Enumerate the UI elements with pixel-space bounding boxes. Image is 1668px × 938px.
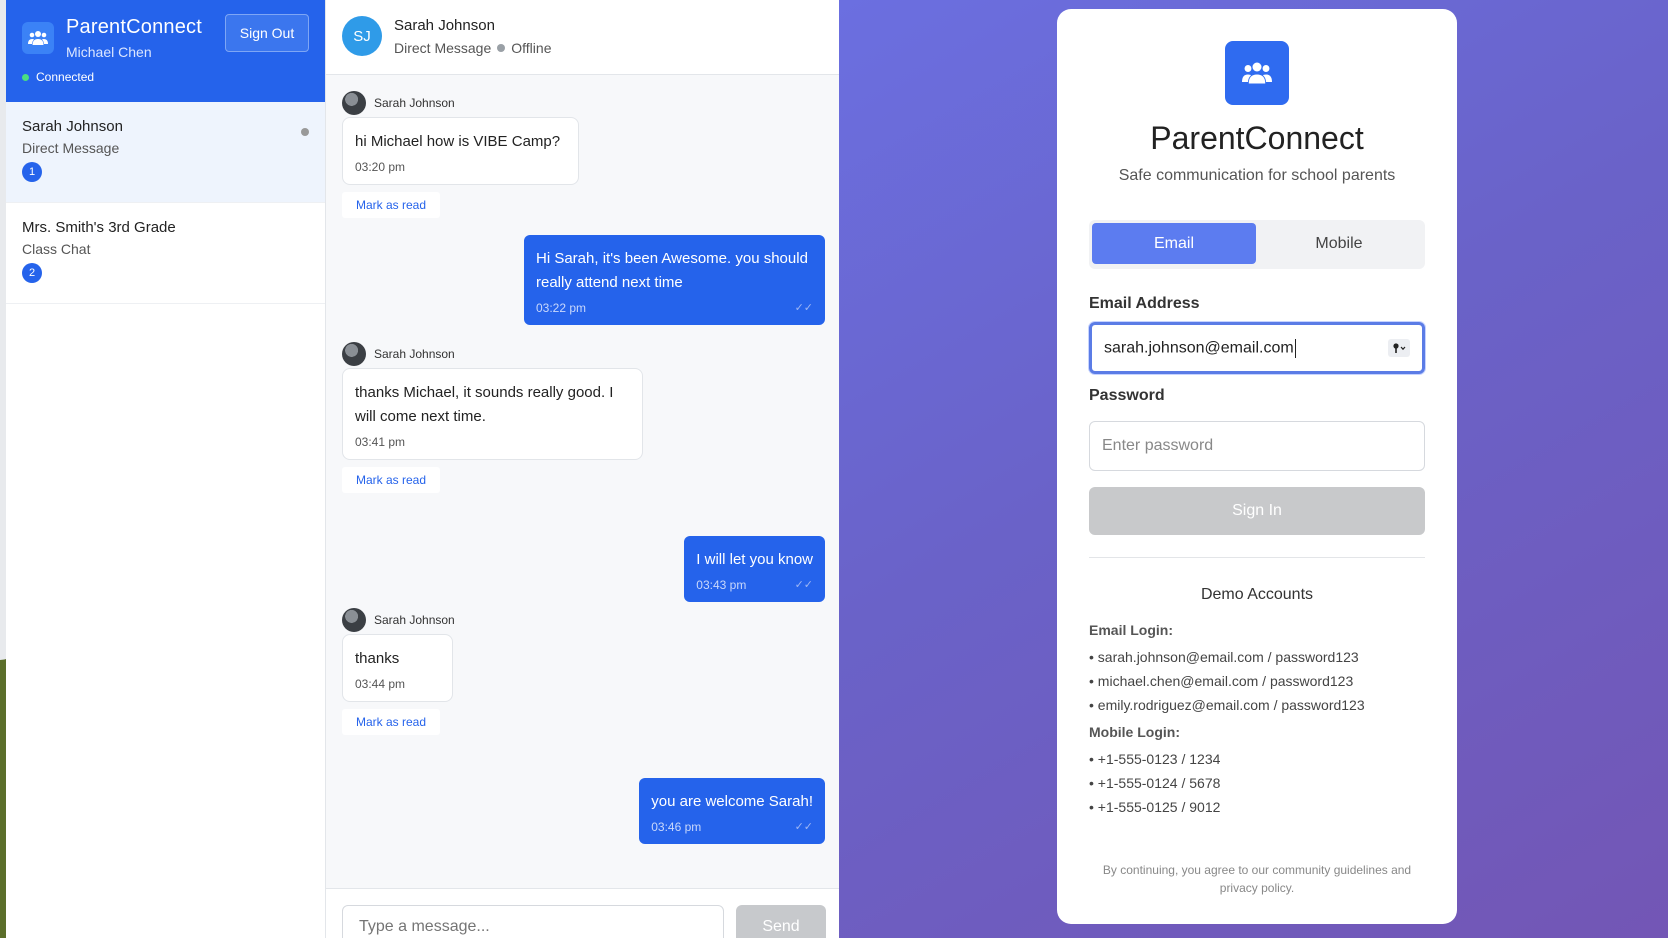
message-time: 03:22 pm: [536, 301, 587, 315]
avatar: [342, 91, 366, 115]
chat-type: Direct Message: [394, 40, 492, 56]
message-text: thanks Michael, it sounds really good. I…: [355, 384, 614, 425]
conversation-item-class-chat[interactable]: Mrs. Smith's 3rd Grade Class Chat 2: [6, 203, 325, 304]
demo-account-item: • +1-555-0123 / 1234: [1089, 751, 1221, 767]
sender-name: Sarah Johnson: [374, 347, 455, 361]
message-time: 03:20 pm: [355, 160, 406, 174]
demo-account-item: • emily.rodriguez@email.com / password12…: [1089, 697, 1365, 713]
avatar: [342, 608, 366, 632]
presence-status: Offline: [511, 40, 552, 56]
avatar: SJ: [342, 16, 382, 56]
sign-in-button[interactable]: Sign In: [1089, 487, 1425, 535]
connection-status-label: Connected: [36, 70, 95, 84]
email-login-heading: Email Login:: [1089, 622, 1173, 638]
email-field-value: sarah.johnson@email.com: [1104, 338, 1296, 358]
chat-contact-name: Sarah Johnson: [394, 17, 495, 34]
demo-accounts-title: Demo Accounts: [1200, 586, 1314, 603]
mobile-login-heading: Mobile Login:: [1089, 724, 1180, 740]
mark-as-read-button[interactable]: Mark as read: [342, 467, 441, 493]
check-double-icon: ✓✓: [794, 821, 813, 833]
demo-account-item: • sarah.johnson@email.com / password123: [1089, 649, 1359, 665]
text-caret: [1294, 338, 1296, 358]
conversation-type: Class Chat: [22, 241, 91, 257]
sidebar: ParentConnect Michael Chen Sign Out Conn…: [6, 0, 326, 938]
login-card: ParentConnect Safe communication for sch…: [1057, 9, 1457, 924]
chat-panel: SJ Sarah Johnson Direct Message Offline …: [326, 0, 839, 938]
conversation-name: Mrs. Smith's 3rd Grade: [22, 219, 176, 236]
message-time: 03:41 pm: [355, 435, 406, 449]
message-time: 03:44 pm: [355, 677, 406, 691]
unread-badge: 1: [22, 162, 42, 182]
message-meta: 03:43 pm ✓✓: [696, 578, 813, 592]
presence-dot-icon: [301, 128, 309, 136]
users-icon: [1225, 41, 1289, 105]
tab-email[interactable]: Email: [1092, 223, 1256, 264]
send-button[interactable]: Send: [736, 905, 826, 938]
message-time: 03:46 pm: [651, 820, 702, 834]
check-double-icon: ✓✓: [794, 302, 813, 314]
chat-header: SJ Sarah Johnson Direct Message Offline: [326, 0, 839, 75]
message-meta: 03:22 pm ✓✓: [536, 301, 813, 315]
avatar: [342, 342, 366, 366]
incoming-message: hi Michael how is VIBE Camp? 03:20 pm: [342, 117, 579, 185]
login-method-toggle: Email Mobile: [1089, 220, 1425, 269]
divider: [1089, 557, 1425, 558]
users-icon: [22, 22, 54, 54]
demo-account-item: • +1-555-0125 / 9012: [1089, 799, 1221, 815]
message-time: 03:43 pm: [696, 578, 747, 592]
message-text: I will let you know: [696, 551, 813, 568]
outgoing-message: you are welcome Sarah! 03:46 pm ✓✓: [639, 778, 825, 844]
password-label: Password: [1089, 387, 1165, 404]
demo-account-item: • michael.chen@email.com / password123: [1089, 673, 1354, 689]
message-composer: Send: [326, 888, 839, 938]
incoming-message: thanks Michael, it sounds really good. I…: [342, 368, 643, 460]
message-list[interactable]: Sarah Johnson hi Michael how is VIBE Cam…: [326, 75, 839, 938]
mark-as-read-button[interactable]: Mark as read: [342, 192, 441, 218]
message-text: thanks: [355, 650, 400, 667]
conversation-name: Sarah Johnson: [22, 118, 123, 135]
outgoing-message: Hi Sarah, it's been Awesome. you should …: [524, 235, 825, 325]
email-label: Email Address: [1089, 295, 1200, 312]
email-value-text: sarah.johnson@email.com: [1104, 339, 1294, 357]
sign-out-button[interactable]: Sign Out: [225, 14, 309, 52]
password-field[interactable]: Enter password: [1089, 421, 1425, 471]
message-input[interactable]: [342, 905, 724, 938]
key-icon[interactable]: [1388, 339, 1410, 357]
connection-status: Connected: [22, 70, 94, 84]
incoming-message: thanks 03:44 pm: [342, 634, 453, 702]
presence-dot-icon: [497, 44, 506, 52]
login-background: ParentConnect Safe communication for sch…: [839, 0, 1668, 938]
conversation-type: Direct Message: [22, 140, 120, 156]
message-sender: Sarah Johnson: [342, 342, 455, 366]
legal-notice: By continuing, you agree to our communit…: [1102, 863, 1412, 895]
unread-badge: 2: [22, 263, 42, 283]
message-text: Hi Sarah, it's been Awesome. you should …: [536, 250, 808, 291]
mark-as-read-button[interactable]: Mark as read: [342, 709, 441, 735]
outgoing-message: I will let you know 03:43 pm ✓✓: [684, 536, 825, 602]
message-text: hi Michael how is VIBE Camp?: [355, 133, 561, 150]
check-double-icon: ✓✓: [794, 579, 813, 591]
sender-name: Sarah Johnson: [374, 96, 455, 110]
chat-app-window: ParentConnect Michael Chen Sign Out Conn…: [6, 0, 839, 938]
app-title: ParentConnect: [66, 16, 203, 38]
message-text: you are welcome Sarah!: [651, 793, 813, 810]
login-title: ParentConnect: [1150, 120, 1364, 156]
email-field[interactable]: sarah.johnson@email.com: [1089, 322, 1425, 374]
sender-name: Sarah Johnson: [374, 613, 455, 627]
login-subtitle: Safe communication for school parents: [1118, 167, 1396, 184]
tab-mobile[interactable]: Mobile: [1257, 223, 1421, 264]
sidebar-header: ParentConnect Michael Chen Sign Out Conn…: [6, 0, 325, 102]
current-user-name: Michael Chen: [66, 44, 152, 60]
demo-account-item: • +1-555-0124 / 5678: [1089, 775, 1221, 791]
message-meta: 03:46 pm ✓✓: [651, 820, 813, 834]
chat-subtitle: Direct Message Offline: [394, 40, 551, 56]
message-sender: Sarah Johnson: [342, 91, 455, 115]
status-dot-icon: [22, 73, 29, 81]
conversation-item-sarah-johnson[interactable]: Sarah Johnson Direct Message 1: [6, 102, 325, 203]
message-sender: Sarah Johnson: [342, 608, 455, 632]
